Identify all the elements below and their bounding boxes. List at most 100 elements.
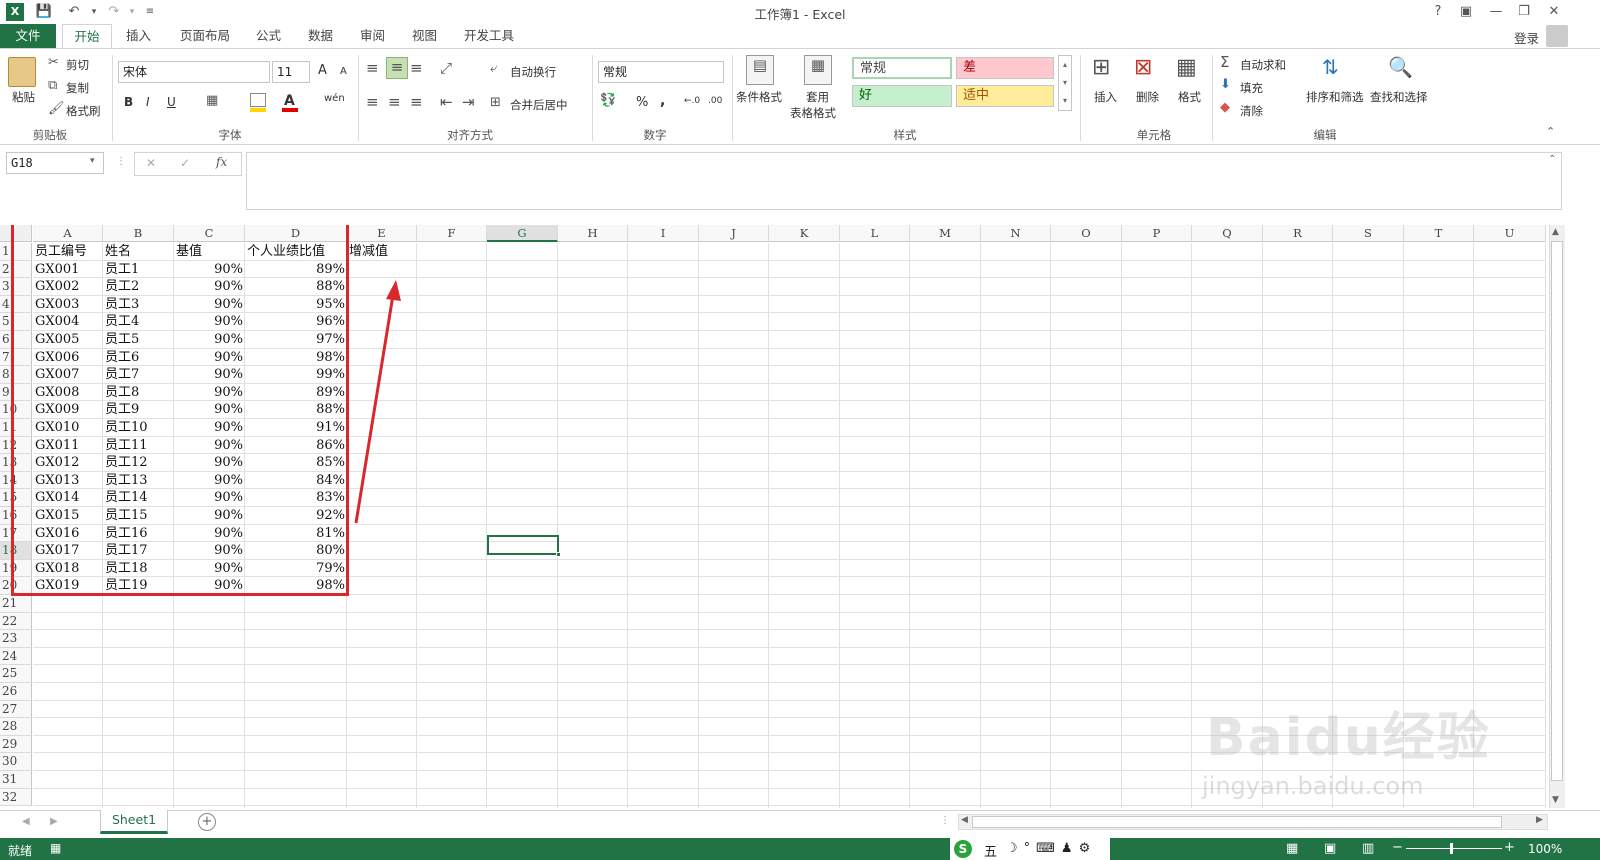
font-color-icon[interactable]: A	[284, 93, 295, 109]
cut-button[interactable]: 剪切	[66, 57, 89, 73]
status-bar: 就绪 ▦ S 五 ☽°⌨♟⚙ ▦ ▣ ▥ − + 100%	[0, 838, 1600, 860]
collapse-ribbon-icon[interactable]: ⌃	[1546, 125, 1555, 138]
name-box-dropdown-icon[interactable]: ▾	[90, 156, 95, 166]
table-format-label-1[interactable]: 套用	[806, 89, 829, 105]
sheet-prev-icon[interactable]: ◀	[22, 816, 30, 827]
vertical-scroll-thumb[interactable]	[1551, 241, 1563, 781]
close-button[interactable]: ✕	[1540, 1, 1568, 23]
login-link[interactable]: 登录	[1514, 28, 1539, 47]
insert-function-button[interactable]: fx	[216, 155, 227, 169]
align-top-icon[interactable]: ≡	[366, 59, 379, 77]
horizontal-scroll-thumb[interactable]	[972, 816, 1502, 828]
styles-scroll-icon[interactable]: ▴ ▾ ▾	[1058, 55, 1072, 111]
format-painter-icon: 🖌	[48, 101, 65, 116]
delete-cells-button[interactable]: 删除	[1136, 89, 1159, 105]
style-bad[interactable]: 差	[956, 57, 1054, 79]
tab-data[interactable]: 数据	[298, 24, 343, 48]
scroll-up-icon[interactable]: ▲	[1552, 227, 1559, 237]
tab-file[interactable]: 文件	[0, 24, 56, 48]
underline-button[interactable]: U	[167, 95, 176, 109]
zoom-slider-thumb[interactable]	[1450, 843, 1453, 854]
tab-formulas[interactable]: 公式	[246, 24, 291, 48]
wrap-text-button[interactable]: 自动换行	[510, 64, 556, 80]
tab-view[interactable]: 视图	[402, 24, 447, 48]
table-format-label-2[interactable]: 表格格式	[790, 105, 836, 121]
sheet-next-icon[interactable]: ▶	[50, 816, 58, 827]
autosum-button[interactable]: 自动求和	[1240, 57, 1286, 73]
tab-home[interactable]: 开始	[62, 24, 112, 49]
format-cells-button[interactable]: 格式	[1178, 89, 1201, 105]
help-button[interactable]: ?	[1424, 1, 1452, 23]
number-group-label: 数字	[643, 128, 667, 142]
scroll-left-icon[interactable]: ◀	[961, 815, 968, 825]
minimize-button[interactable]: —	[1482, 1, 1510, 23]
macro-record-icon[interactable]: ▦	[50, 841, 61, 855]
phonetic-button[interactable]: wén	[324, 93, 345, 104]
ribbon-display-button[interactable]: ▣	[1452, 1, 1480, 23]
fill-color-icon[interactable]	[250, 93, 266, 107]
table-format-icon[interactable]: ▦	[804, 55, 832, 85]
increase-decimal-button[interactable]: ←.0	[684, 96, 700, 106]
font-group-label: 字体	[218, 128, 242, 142]
ime-tools-icon[interactable]: ☽°⌨♟⚙	[1006, 841, 1096, 856]
comma-button[interactable]: ,	[660, 93, 665, 109]
fill-button[interactable]: 填充	[1240, 80, 1263, 96]
increase-indent-icon[interactable]: ⇥	[462, 93, 475, 111]
expand-formula-icon[interactable]: ⌃	[1548, 154, 1556, 165]
align-left-icon[interactable]: ≡	[366, 93, 379, 111]
tab-review[interactable]: 审阅	[350, 24, 395, 48]
insert-cells-button[interactable]: 插入	[1094, 89, 1117, 105]
tab-insert[interactable]: 插入	[116, 24, 161, 48]
decrease-font-button[interactable]: A	[340, 66, 347, 77]
add-sheet-icon[interactable]: +	[198, 813, 216, 831]
scroll-right-icon[interactable]: ▶	[1536, 815, 1543, 825]
normal-view-icon[interactable]: ▦	[1286, 841, 1298, 856]
formula-input[interactable]	[246, 152, 1562, 210]
style-neutral[interactable]: 适中	[956, 85, 1054, 107]
paste-button[interactable]: 粘贴	[12, 89, 35, 105]
conditional-format-icon[interactable]: ▤	[746, 55, 774, 85]
merge-center-button[interactable]: 合并后居中	[510, 97, 568, 113]
ime-mode[interactable]: 五	[984, 841, 997, 860]
zoom-level[interactable]: 100%	[1528, 842, 1562, 856]
italic-button[interactable]: I	[146, 95, 150, 109]
format-painter-button[interactable]: 格式刷	[66, 103, 101, 119]
cancel-icon[interactable]: ✕	[146, 156, 156, 170]
number-format-select[interactable]: 常规	[598, 61, 724, 83]
align-middle-icon[interactable]: ≡	[386, 57, 408, 79]
font-size-select[interactable]: 11	[272, 61, 310, 83]
paste-icon[interactable]	[8, 57, 36, 87]
conditional-format-button[interactable]: 条件格式	[736, 89, 782, 105]
find-select-button[interactable]: 查找和选择	[1370, 89, 1428, 105]
page-break-view-icon[interactable]: ▥	[1362, 841, 1374, 856]
enter-icon[interactable]: ✓	[180, 156, 190, 170]
align-center-icon[interactable]: ≡	[388, 93, 401, 111]
tab-developer[interactable]: 开发工具	[454, 24, 524, 48]
maximize-button[interactable]: ❐	[1510, 1, 1538, 23]
copy-button[interactable]: 复制	[66, 80, 89, 96]
zoom-out-icon[interactable]: −	[1392, 840, 1403, 855]
zoom-slider[interactable]	[1406, 848, 1502, 849]
align-right-icon[interactable]: ≡	[410, 93, 423, 111]
tab-page-layout[interactable]: 页面布局	[170, 24, 240, 48]
decrease-indent-icon[interactable]: ⇤	[440, 93, 453, 111]
align-bottom-icon[interactable]: ≡	[410, 59, 423, 77]
orientation-icon[interactable]: ⤢	[440, 59, 452, 77]
increase-font-button[interactable]: A	[318, 63, 327, 78]
bold-button[interactable]: B	[124, 95, 133, 109]
percent-button[interactable]: %	[636, 95, 648, 110]
decrease-decimal-button[interactable]: .00	[708, 96, 722, 106]
avatar[interactable]	[1546, 25, 1568, 47]
sheet-tab-sheet1[interactable]: Sheet1	[100, 810, 168, 834]
sort-filter-button[interactable]: 排序和筛选	[1306, 89, 1364, 105]
accounting-icon[interactable]: 💱	[600, 93, 616, 108]
zoom-in-icon[interactable]: +	[1504, 840, 1515, 855]
ime-logo-icon[interactable]: S	[954, 840, 972, 858]
style-good[interactable]: 好	[852, 85, 952, 107]
page-layout-view-icon[interactable]: ▣	[1324, 841, 1336, 856]
font-name-select[interactable]: 宋体	[118, 61, 270, 83]
clear-button[interactable]: 清除	[1240, 103, 1263, 119]
style-normal[interactable]: 常规	[852, 57, 952, 79]
scroll-down-icon[interactable]: ▼	[1552, 795, 1559, 805]
border-icon[interactable]: ▦	[206, 93, 218, 108]
